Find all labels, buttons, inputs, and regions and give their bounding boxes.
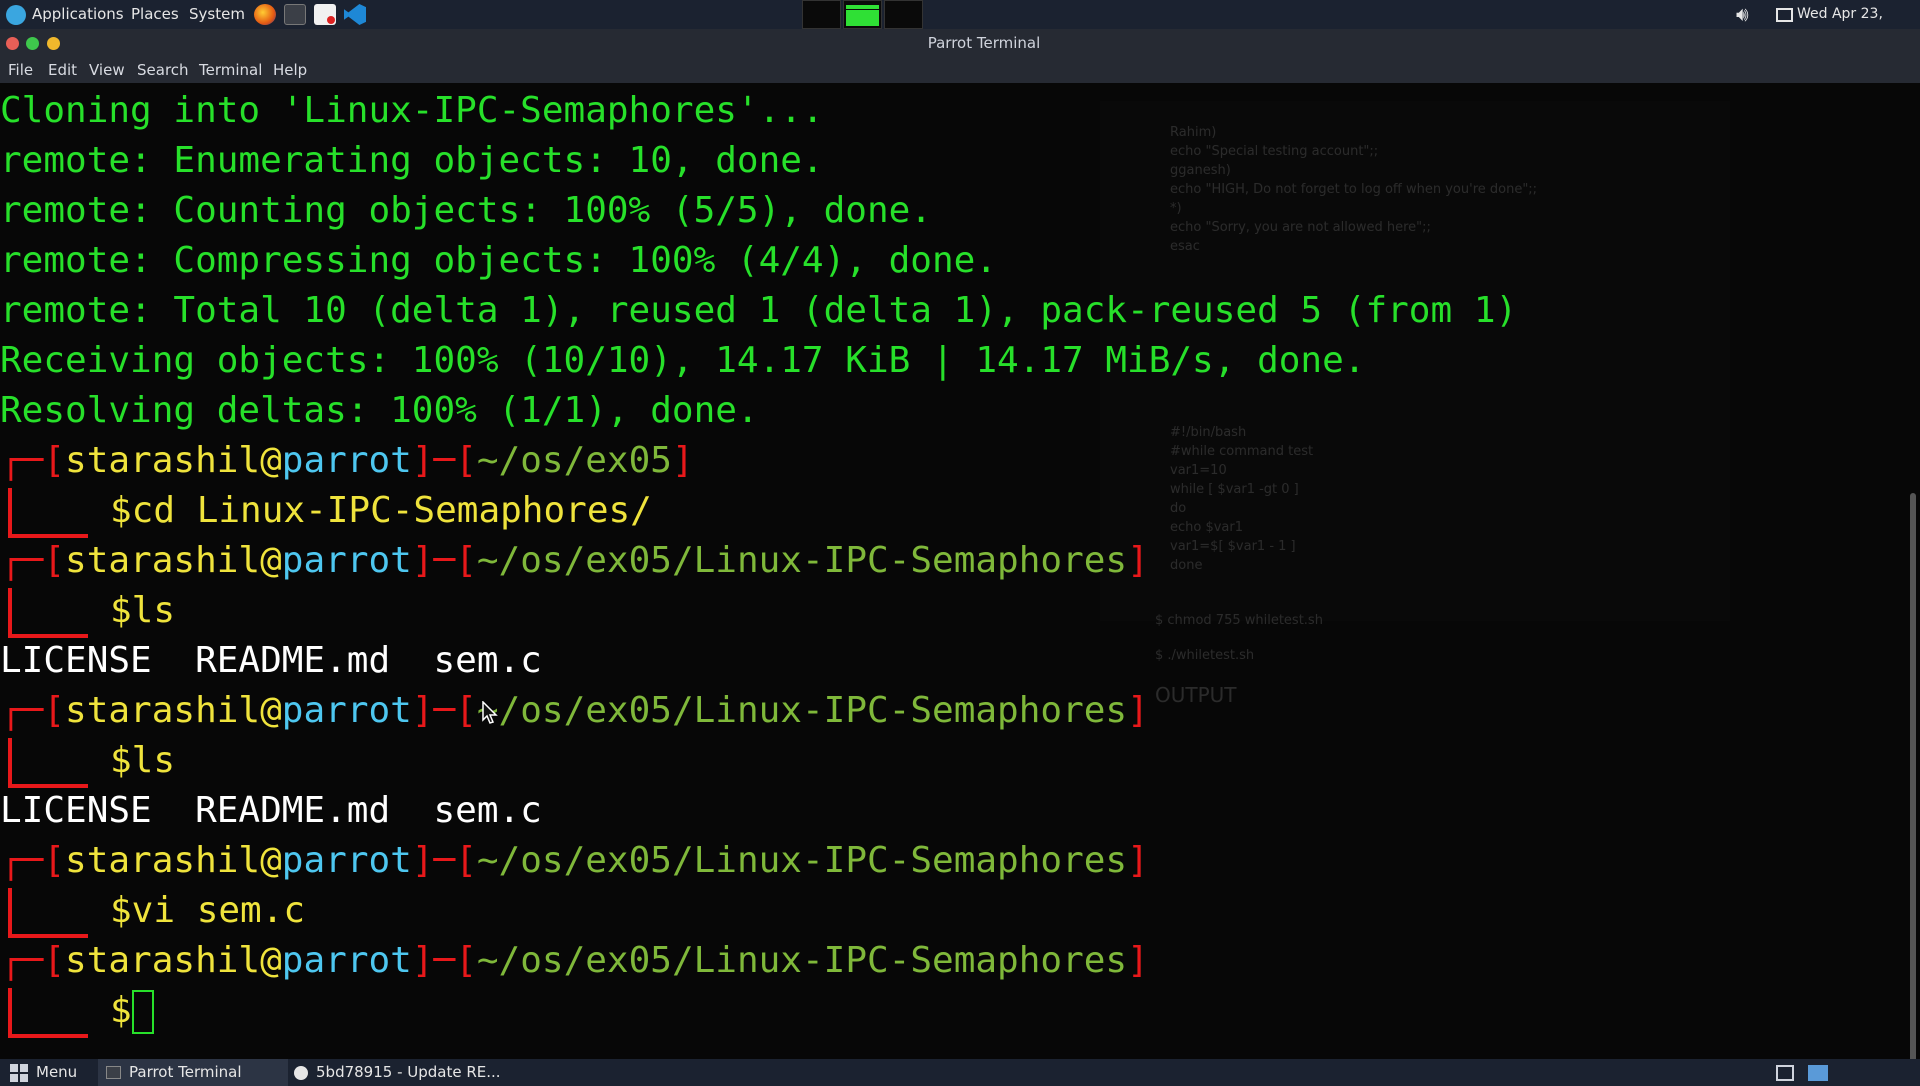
ghost-line: echo "HIGH, Do not forget to log off whe… [1170,182,1538,197]
prompt-path: ~/os/ex05/Linux-IPC-Semaphores [476,690,1128,731]
prompt-host: parrot [281,540,412,581]
ghost-line: #while command test [1170,444,1314,459]
prompt-host: parrot [281,690,412,731]
command-output: LICENSE README.md sem.c [0,640,542,681]
grid-icon [10,1063,28,1082]
ghost-line: var1=$[ $var1 - 1 ] [1170,539,1296,554]
prompt-host: parrot [281,440,412,481]
output-line: Resolving deltas: 100% (1/1), done. [0,390,759,431]
terminal-view[interactable]: Rahim) echo "Special testing account";; … [0,83,1920,1059]
menu-search[interactable]: Search [137,58,189,83]
applications-label: Applications [32,5,124,23]
workspace-1[interactable] [802,0,841,29]
parrot-logo-icon [6,4,26,25]
workspace-3[interactable] [884,0,923,29]
terminal-icon[interactable] [284,4,306,25]
prompt-corner [8,488,88,538]
task-browser[interactable]: 5bd78915 - Update RE... [294,1059,501,1086]
ghost-line: var1=10 [1170,463,1227,478]
prompt-path: ~/os/ex05 [476,440,672,481]
ghost-line: done [1170,558,1203,573]
menu-help[interactable]: Help [273,58,307,83]
firefox-icon[interactable] [254,4,276,25]
prompt-corner [8,738,88,788]
places-menu[interactable]: Places [131,0,179,29]
text-editor-icon[interactable] [314,4,336,25]
terminal-scrollbar[interactable] [1910,493,1916,1059]
prompt-line: ┌─[starashil@parrot]─[~/os/ex05/Linux-IP… [0,840,1149,881]
command-output: LICENSE README.md sem.c [0,790,542,831]
prompt-corner [8,988,88,1038]
ghost-line: esac [1170,239,1200,254]
github-icon [294,1065,308,1080]
prompt-user: starashil [65,840,261,881]
system-menu[interactable]: System [189,0,245,29]
top-panel: Applications Places System 🔊︎ Wed Apr 23… [0,0,1920,51]
output-line: Cloning into 'Linux-IPC-Semaphores'... [0,90,824,131]
ghost-line: echo "Sorry, you are not allowed here";; [1170,220,1431,235]
volume-icon[interactable]: 🔊︎ [1736,0,1749,29]
ghost-line: Rahim) [1170,125,1217,140]
menu-terminal[interactable]: Terminal [199,58,262,83]
prompt-line: ┌─[starashil@parrot]─[~/os/ex05/Linux-IP… [0,940,1149,981]
bottom-panel: Menu Parrot Terminal 5bd78915 - Update R… [0,1059,1920,1086]
output-line: remote: Total 10 (delta 1), reused 1 (de… [0,290,1518,331]
prompt-corner [8,888,88,938]
prompt-corner [8,588,88,638]
clock[interactable]: Wed Apr 23, 23:24 [1797,0,1920,51]
prompt-user: starashil [65,940,261,981]
output-line: remote: Enumerating objects: 10, done. [0,140,824,181]
text-cursor [131,990,154,1034]
menubar: File Edit View Search Terminal Help [0,58,1920,83]
workspace-switcher-icon[interactable] [1808,1059,1828,1086]
ghost-line: echo "Special testing account";; [1170,144,1379,159]
mouse-pointer-icon [482,701,498,724]
prompt-line: ┌─[starashil@parrot]─[~/os/ex05/Linux-IP… [0,690,1149,731]
command-line: $ls [110,590,176,631]
battery-icon[interactable] [1776,0,1793,29]
ghost-line: gganesh) [1170,163,1231,178]
show-desktop-icon[interactable] [1776,1059,1794,1086]
task-label: 5bd78915 - Update RE... [316,1063,501,1081]
prompt-path: ~/os/ex05/Linux-IPC-Semaphores [476,840,1128,881]
ghost-line: $ ./whiletest.sh [1155,648,1255,663]
applications-menu[interactable]: Applications [6,0,124,29]
ghost-line: do [1170,501,1187,516]
prompt-path: ~/os/ex05/Linux-IPC-Semaphores [476,940,1128,981]
output-line: remote: Compressing objects: 100% (4/4),… [0,240,997,281]
menu-edit[interactable]: Edit [48,58,77,83]
command-line: $vi sem.c [110,890,306,931]
output-line: remote: Counting objects: 100% (5/5), do… [0,190,932,231]
ghost-line: echo $var1 [1170,520,1244,535]
window-titlebar[interactable]: Parrot Terminal [0,29,1920,58]
prompt-symbol: $ [110,990,132,1031]
ghost-line: OUTPUT [1155,683,1237,707]
ghost-line: $ chmod 755 whiletest.sh [1155,613,1323,628]
task-label: Parrot Terminal [129,1063,242,1081]
ghost-line: while [ $var1 -gt 0 ] [1170,482,1299,497]
prompt-path: ~/os/ex05/Linux-IPC-Semaphores [476,540,1128,581]
output-line: Receiving objects: 100% (10/10), 14.17 K… [0,340,1366,381]
prompt-line: ┌─[starashil@parrot]─[~/os/ex05] [0,440,694,481]
prompt-line: ┌─[starashil@parrot]─[~/os/ex05/Linux-IP… [0,540,1149,581]
prompt-user: starashil [65,440,261,481]
menu-button[interactable]: Menu [10,1059,77,1086]
workspace-2[interactable] [843,0,882,29]
ghost-line: #!/bin/bash [1170,425,1247,440]
prompt-host: parrot [281,840,412,881]
menu-label: Menu [36,1063,78,1081]
task-parrot-terminal[interactable]: Parrot Terminal [98,1059,288,1086]
prompt-host: parrot [281,940,412,981]
ghost-line: *) [1170,201,1182,216]
command-line: $cd Linux-IPC-Semaphores/ [110,490,652,531]
prompt-user: starashil [65,690,261,731]
prompt-user: starashil [65,540,261,581]
menu-file[interactable]: File [8,58,33,83]
vscode-icon[interactable] [344,4,366,25]
command-input[interactable]: $ [110,986,154,1036]
command-line: $ls [110,740,176,781]
menu-view[interactable]: View [89,58,125,83]
window-title: Parrot Terminal [927,34,1041,52]
terminal-icon [106,1066,121,1079]
